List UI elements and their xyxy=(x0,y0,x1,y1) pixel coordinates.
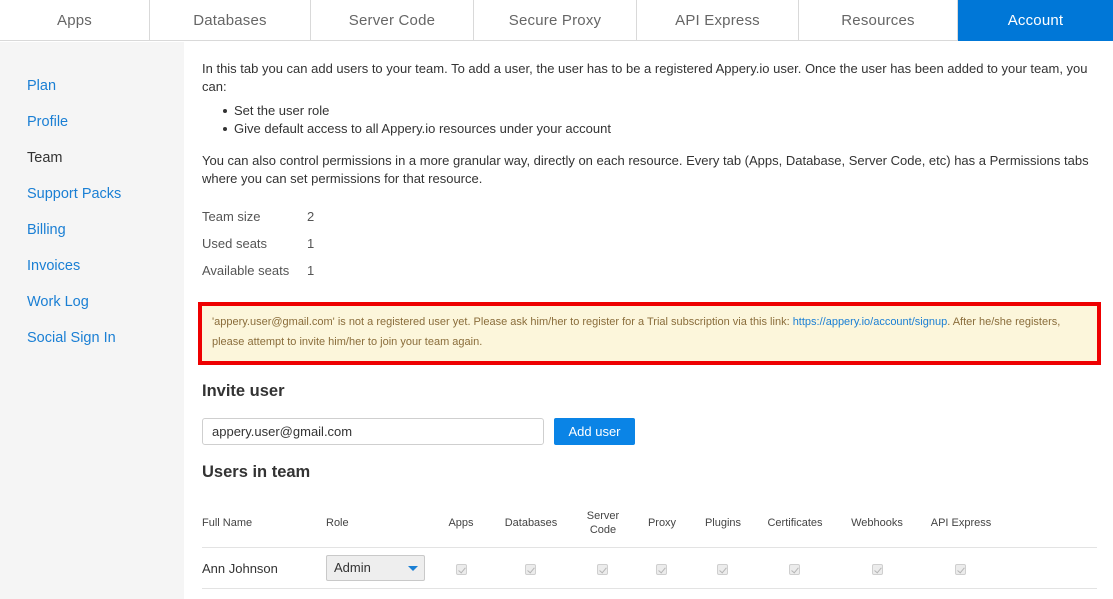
column-header-server-code: Server Code xyxy=(586,510,620,536)
list-item: Set the user role xyxy=(202,102,611,120)
tab-apps[interactable]: Apps xyxy=(0,0,150,41)
stat-value: 2 xyxy=(307,209,315,224)
stat-team-size: Team size 2 xyxy=(202,208,314,235)
column-header-role: Role xyxy=(326,517,349,529)
databases-access-checkbox[interactable] xyxy=(525,564,536,575)
stat-used-seats: Used seats 1 xyxy=(202,235,314,262)
column-header-databases: Databases xyxy=(504,517,558,529)
sidebar-item-invoices[interactable]: Invoices xyxy=(27,258,80,274)
server-code-access-checkbox[interactable] xyxy=(597,564,608,575)
tab-server-code[interactable]: Server Code xyxy=(311,0,474,41)
tab-secure-proxy[interactable]: Secure Proxy xyxy=(474,0,637,41)
column-header-webhooks: Webhooks xyxy=(851,517,903,529)
column-header-full-name: Full Name xyxy=(202,517,253,529)
alert-message: 'appery.user@gmail.com' is not a registe… xyxy=(212,312,1082,352)
sidebar-item-team[interactable]: Team xyxy=(27,150,62,166)
stat-value: 1 xyxy=(307,263,315,278)
role-value: Admin xyxy=(334,560,371,575)
invite-user-heading: Invite user xyxy=(202,382,285,400)
add-user-button[interactable]: Add user xyxy=(554,418,635,445)
sidebar-item-plan[interactable]: Plan xyxy=(27,78,56,94)
column-header-apps: Apps xyxy=(448,517,474,529)
intro-text: In this tab you can add users to your te… xyxy=(202,61,1088,94)
column-header-api-express: API Express xyxy=(930,517,992,529)
permissions-text: You can also control permissions in a mo… xyxy=(202,153,1089,186)
plugins-access-checkbox[interactable] xyxy=(717,564,728,575)
stat-label: Team size xyxy=(202,209,261,224)
warning-alert: 'appery.user@gmail.com' is not a registe… xyxy=(198,302,1101,365)
tab-resources[interactable]: Resources xyxy=(799,0,958,41)
sidebar-item-work-log[interactable]: Work Log xyxy=(27,294,89,310)
webhooks-access-checkbox[interactable] xyxy=(872,564,883,575)
column-header-proxy: Proxy xyxy=(647,517,677,529)
stat-value: 1 xyxy=(307,236,315,251)
apps-access-checkbox[interactable] xyxy=(456,564,467,575)
stat-available-seats: Available seats 1 xyxy=(202,262,314,289)
alert-text-before: 'appery.user@gmail.com' is not a registe… xyxy=(212,316,793,328)
sidebar-item-billing[interactable]: Billing xyxy=(27,222,66,238)
capabilities-list: Set the user role Give default access to… xyxy=(202,102,611,138)
column-header-plugins: Plugins xyxy=(704,517,742,529)
invite-email-input[interactable] xyxy=(202,418,544,445)
member-full-name: Ann Johnson xyxy=(202,561,278,576)
account-sidebar: Plan Profile Team Support Packs Billing … xyxy=(0,42,184,599)
proxy-access-checkbox[interactable] xyxy=(656,564,667,575)
chevron-down-icon xyxy=(408,566,418,571)
role-select[interactable]: Admin xyxy=(326,555,425,581)
signup-link[interactable]: https://appery.io/account/signup xyxy=(793,316,948,328)
list-item: Give default access to all Appery.io res… xyxy=(202,120,611,138)
sidebar-item-social-sign-in[interactable]: Social Sign In xyxy=(27,330,116,346)
tab-databases[interactable]: Databases xyxy=(150,0,311,41)
stat-label: Available seats xyxy=(202,263,290,278)
tab-account[interactable]: Account xyxy=(958,0,1113,41)
sidebar-item-support-packs[interactable]: Support Packs xyxy=(27,186,121,202)
seat-stats: Team size 2 Used seats 1 Available seats… xyxy=(202,208,314,289)
tab-api-express[interactable]: API Express xyxy=(637,0,799,41)
api-express-access-checkbox[interactable] xyxy=(955,564,966,575)
users-in-team-heading: Users in team xyxy=(202,463,311,481)
sidebar-item-profile[interactable]: Profile xyxy=(27,114,68,130)
certificates-access-checkbox[interactable] xyxy=(789,564,800,575)
table-divider xyxy=(202,547,1097,548)
stat-label: Used seats xyxy=(202,236,268,251)
column-header-certificates: Certificates xyxy=(767,517,823,529)
top-navigation: Apps Databases Server Code Secure Proxy … xyxy=(0,0,1113,41)
table-divider xyxy=(202,588,1097,589)
